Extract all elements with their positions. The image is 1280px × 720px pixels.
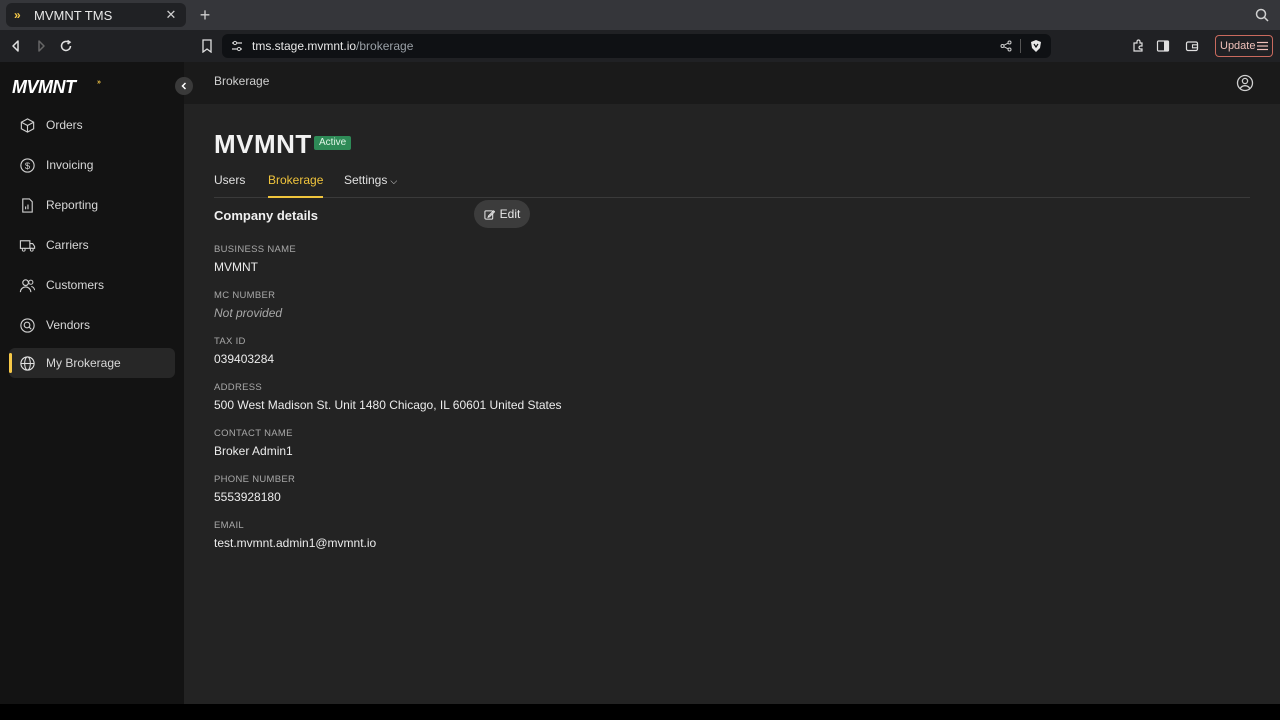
logo-text: MVMNT bbox=[12, 78, 78, 96]
back-icon[interactable] bbox=[8, 38, 24, 54]
mc-number-value: Not provided bbox=[214, 306, 283, 320]
menu-icon bbox=[1257, 41, 1268, 51]
browser-tab[interactable]: » MVMNT TMS ✕ bbox=[6, 3, 186, 27]
bookmark-icon[interactable] bbox=[199, 38, 215, 54]
phone-number-value: 5553928180 bbox=[214, 490, 281, 504]
chevron-left-icon bbox=[181, 82, 187, 90]
sidebar-item-reporting[interactable]: Reporting bbox=[9, 190, 175, 220]
section-title: Company details bbox=[214, 208, 319, 223]
sidebar-item-customers[interactable]: Customers bbox=[9, 270, 175, 300]
main-content: MVMNT Active Users Brokerage Settings ⌵ C… bbox=[184, 104, 1280, 704]
sidebar-item-label: Carriers bbox=[46, 238, 89, 252]
tab-label: Settings bbox=[344, 173, 388, 187]
address-label: ADDRESS bbox=[214, 382, 263, 393]
tab-label: Brokerage bbox=[268, 173, 324, 187]
app-header: Brokerage bbox=[184, 62, 1280, 104]
tab-label: Users bbox=[214, 173, 246, 187]
box-icon bbox=[20, 117, 35, 133]
sidebar-item-carriers[interactable]: Carriers bbox=[9, 230, 175, 260]
edit-button[interactable]: Edit bbox=[474, 200, 530, 228]
url-divider bbox=[1020, 39, 1021, 53]
vendor-icon bbox=[20, 317, 35, 333]
address-value: 500 West Madison St. Unit 1480 Chicago, … bbox=[214, 398, 562, 412]
site-settings-icon[interactable] bbox=[230, 39, 244, 53]
email-value: test.mvmnt.admin1@mvmnt.io bbox=[214, 536, 377, 550]
email-label: EMAIL bbox=[214, 520, 245, 531]
tab-title: MVMNT TMS bbox=[34, 7, 113, 23]
tab-close-icon[interactable]: ✕ bbox=[164, 7, 178, 23]
edit-label: Edit bbox=[499, 207, 521, 221]
user-account-icon[interactable] bbox=[1236, 74, 1254, 92]
edit-icon bbox=[484, 209, 495, 220]
sidebar: MVMNT » Orders $ Invoicing Reporting Car… bbox=[0, 62, 184, 704]
breadcrumb: Brokerage bbox=[214, 74, 270, 88]
mc-number-label: MC NUMBER bbox=[214, 290, 276, 301]
sidebar-item-label: Vendors bbox=[46, 318, 91, 332]
tab-search-icon[interactable] bbox=[1254, 7, 1270, 23]
brave-shield-icon[interactable] bbox=[1029, 39, 1043, 53]
truck-icon bbox=[19, 239, 36, 252]
update-label: Update bbox=[1220, 40, 1256, 52]
sidebar-item-label: Customers bbox=[46, 278, 105, 292]
status-badge: Active bbox=[314, 136, 352, 150]
dollar-icon: $ bbox=[20, 157, 35, 173]
chevron-down-icon: ⌵ bbox=[390, 176, 398, 186]
sidebar-item-my-brokerage[interactable]: My Brokerage bbox=[9, 348, 175, 378]
url-text: tms.stage.mvmnt.io/brokerage bbox=[252, 39, 1000, 53]
page-title: MVMNT bbox=[214, 129, 312, 159]
sidebar-item-label: Invoicing bbox=[46, 158, 94, 172]
update-button[interactable]: Update bbox=[1215, 35, 1273, 57]
sidebar-toggle-icon[interactable] bbox=[1156, 39, 1170, 53]
contact-name-value: Broker Admin1 bbox=[214, 444, 293, 458]
tax-id-value: 039403284 bbox=[214, 352, 275, 366]
url-path: /brokerage bbox=[356, 39, 414, 53]
globe-icon bbox=[20, 355, 35, 371]
tab-settings[interactable]: Settings ⌵ bbox=[344, 173, 397, 198]
tax-id-label: TAX ID bbox=[214, 336, 246, 347]
report-icon bbox=[22, 197, 33, 213]
tab-brokerage[interactable]: Brokerage bbox=[268, 173, 324, 198]
contact-name-label: CONTACT NAME bbox=[214, 428, 293, 439]
sidebar-item-invoicing[interactable]: $ Invoicing bbox=[9, 150, 175, 180]
wallet-icon[interactable] bbox=[1185, 39, 1199, 53]
browser-tab-bar: » MVMNT TMS ✕ + bbox=[0, 0, 1280, 30]
business-name-label: BUSINESS NAME bbox=[214, 244, 297, 255]
logo-mark: » bbox=[97, 79, 101, 86]
tab-users[interactable]: Users bbox=[214, 173, 245, 198]
browser-toolbar: tms.stage.mvmnt.io/brokerage Update bbox=[0, 30, 1280, 62]
svg-text:$: $ bbox=[25, 160, 31, 171]
sidebar-item-label: Reporting bbox=[46, 198, 99, 212]
sidebar-item-orders[interactable]: Orders bbox=[9, 110, 175, 140]
bottom-bar bbox=[0, 704, 1280, 720]
reload-icon[interactable] bbox=[58, 38, 74, 54]
users-icon bbox=[19, 278, 36, 292]
business-name-value: MVMNT bbox=[214, 260, 258, 274]
collapse-sidebar-button[interactable] bbox=[175, 77, 193, 95]
address-bar[interactable]: tms.stage.mvmnt.io/brokerage bbox=[222, 34, 1051, 58]
tab-favicon-icon: » bbox=[14, 8, 21, 22]
sidebar-item-label: Orders bbox=[46, 118, 83, 132]
sidebar-item-label: My Brokerage bbox=[46, 356, 121, 370]
mvmnt-logo: MVMNT » bbox=[12, 78, 101, 96]
new-tab-icon[interactable]: + bbox=[196, 5, 214, 25]
extensions-icon[interactable] bbox=[1131, 39, 1145, 53]
share-icon[interactable] bbox=[1000, 40, 1012, 52]
sidebar-item-vendors[interactable]: Vendors bbox=[9, 310, 175, 340]
phone-number-label: PHONE NUMBER bbox=[214, 474, 296, 485]
tab-bar: Users Brokerage Settings ⌵ bbox=[214, 171, 1250, 198]
url-host: tms.stage.mvmnt.io bbox=[252, 39, 357, 53]
forward-icon[interactable] bbox=[33, 38, 49, 54]
